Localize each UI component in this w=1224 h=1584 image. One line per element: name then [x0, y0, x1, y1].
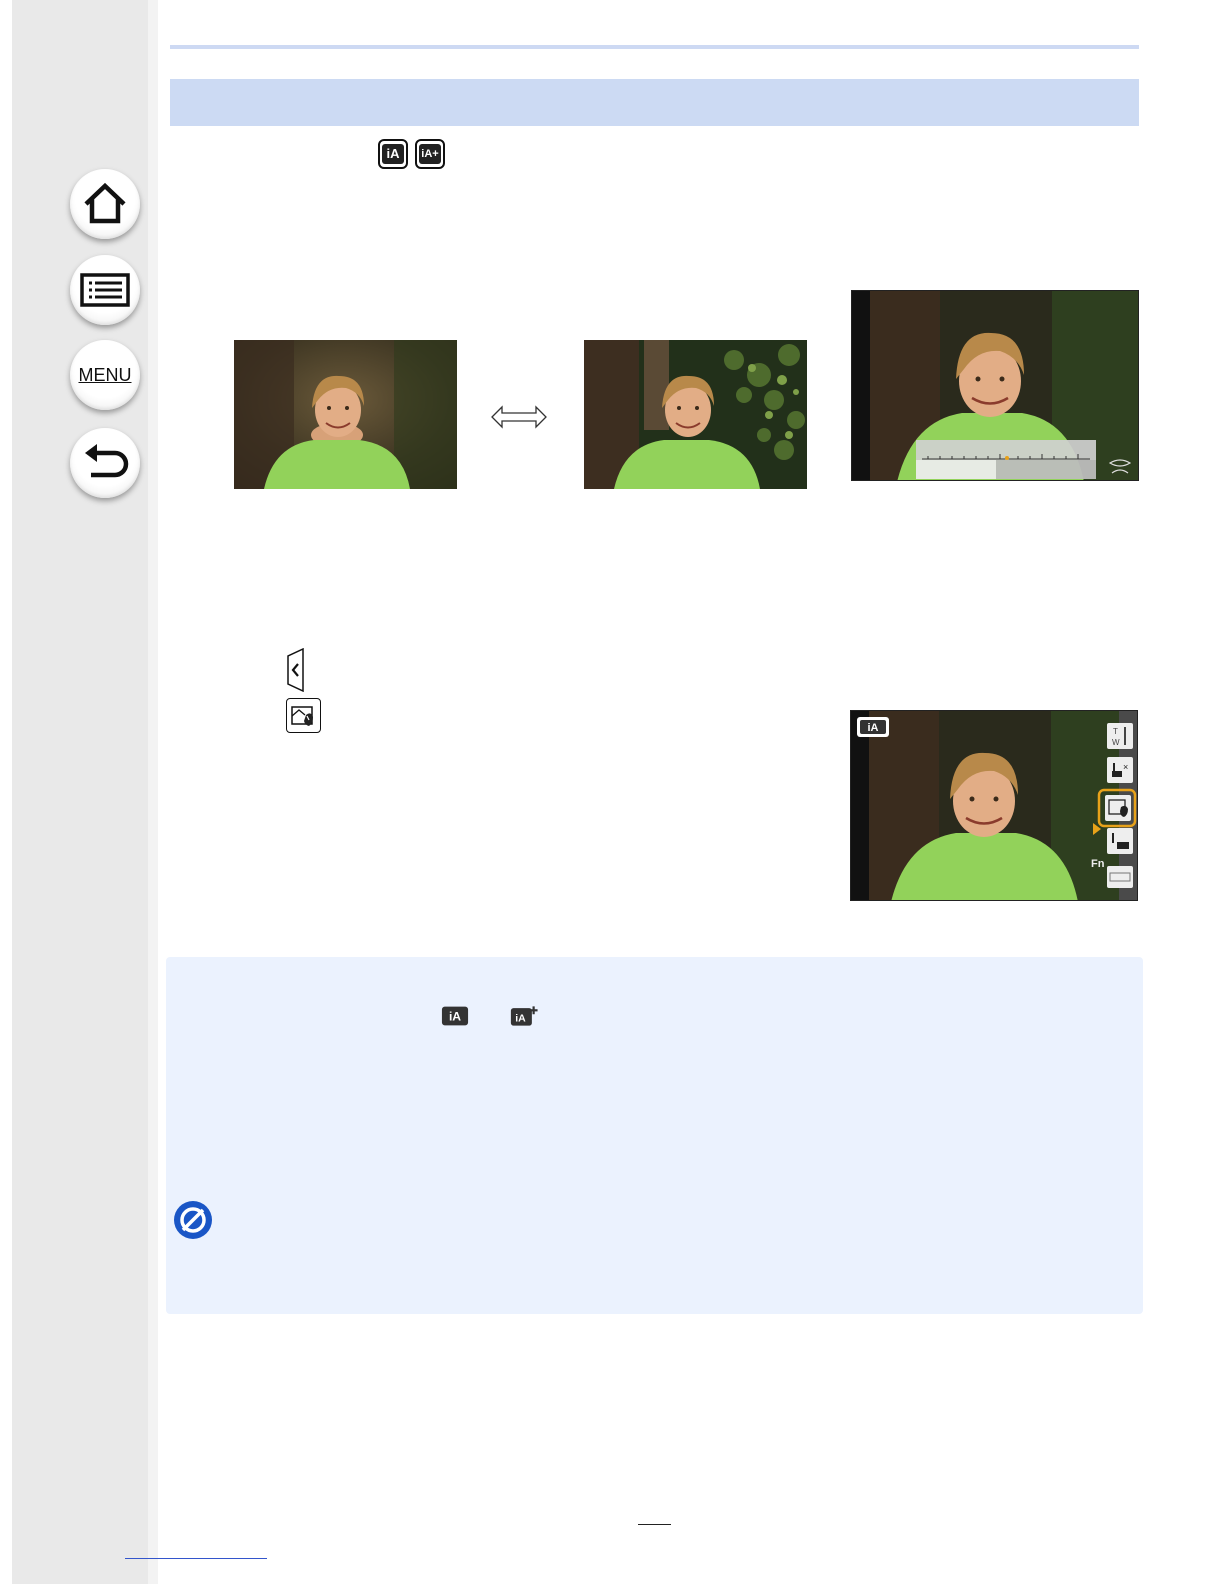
note-box: [166, 957, 1143, 1314]
home-icon: [84, 182, 126, 224]
svg-text:iA: iA: [868, 722, 879, 734]
ia-mode-icon: iA: [378, 139, 408, 169]
defocus-slider-screen: [851, 290, 1139, 481]
svg-text:W: W: [1112, 738, 1120, 747]
touch-ae-icon: [1107, 828, 1133, 854]
svg-text:T: T: [1113, 727, 1118, 736]
contents-button[interactable]: [70, 255, 140, 325]
back-arrow-icon: [85, 444, 129, 478]
contents-list-icon: [80, 273, 130, 307]
ia-badge-icon: iA: [857, 717, 889, 737]
touch-shutter-off-icon: ×: [1107, 757, 1133, 783]
note-ia-plus-icon: iA: [510, 1006, 538, 1026]
sidebar-edge: [148, 0, 158, 1584]
double-arrow-icon: [491, 405, 547, 429]
note-ia-icon: iA: [441, 1006, 469, 1026]
footer-link-underline[interactable]: [125, 1558, 267, 1559]
sharp-background-photo: [584, 340, 807, 489]
ia-plus-mode-icon: iA+: [415, 139, 445, 169]
home-button[interactable]: [70, 169, 140, 239]
peaking-icon: [1107, 866, 1133, 888]
top-rule: [170, 45, 1139, 49]
back-button[interactable]: [70, 428, 140, 498]
svg-text:×: ×: [1123, 762, 1128, 772]
not-available-icon: [174, 1201, 212, 1239]
menu-button[interactable]: MENU: [70, 340, 140, 410]
section-title-band: [170, 79, 1139, 126]
svg-text:Fn: Fn: [1091, 858, 1105, 870]
defocus-control-icon: [291, 706, 313, 726]
svg-text:iA: iA: [515, 1012, 526, 1024]
blurred-background-photo: [234, 340, 457, 489]
zoom-tw-icon: T W: [1107, 723, 1133, 749]
chevron-left-tab-icon: [287, 648, 304, 692]
menu-icon: MENU: [78, 364, 132, 385]
defocus-control-step-icon: [286, 698, 321, 733]
touch-tab-screen: iA T W × Fn: [850, 710, 1138, 901]
page-number-rule: [638, 1524, 671, 1525]
svg-text:iA: iA: [449, 1010, 461, 1024]
defocus-control-icon: [1105, 795, 1131, 821]
sidebar: [12, 0, 158, 1584]
